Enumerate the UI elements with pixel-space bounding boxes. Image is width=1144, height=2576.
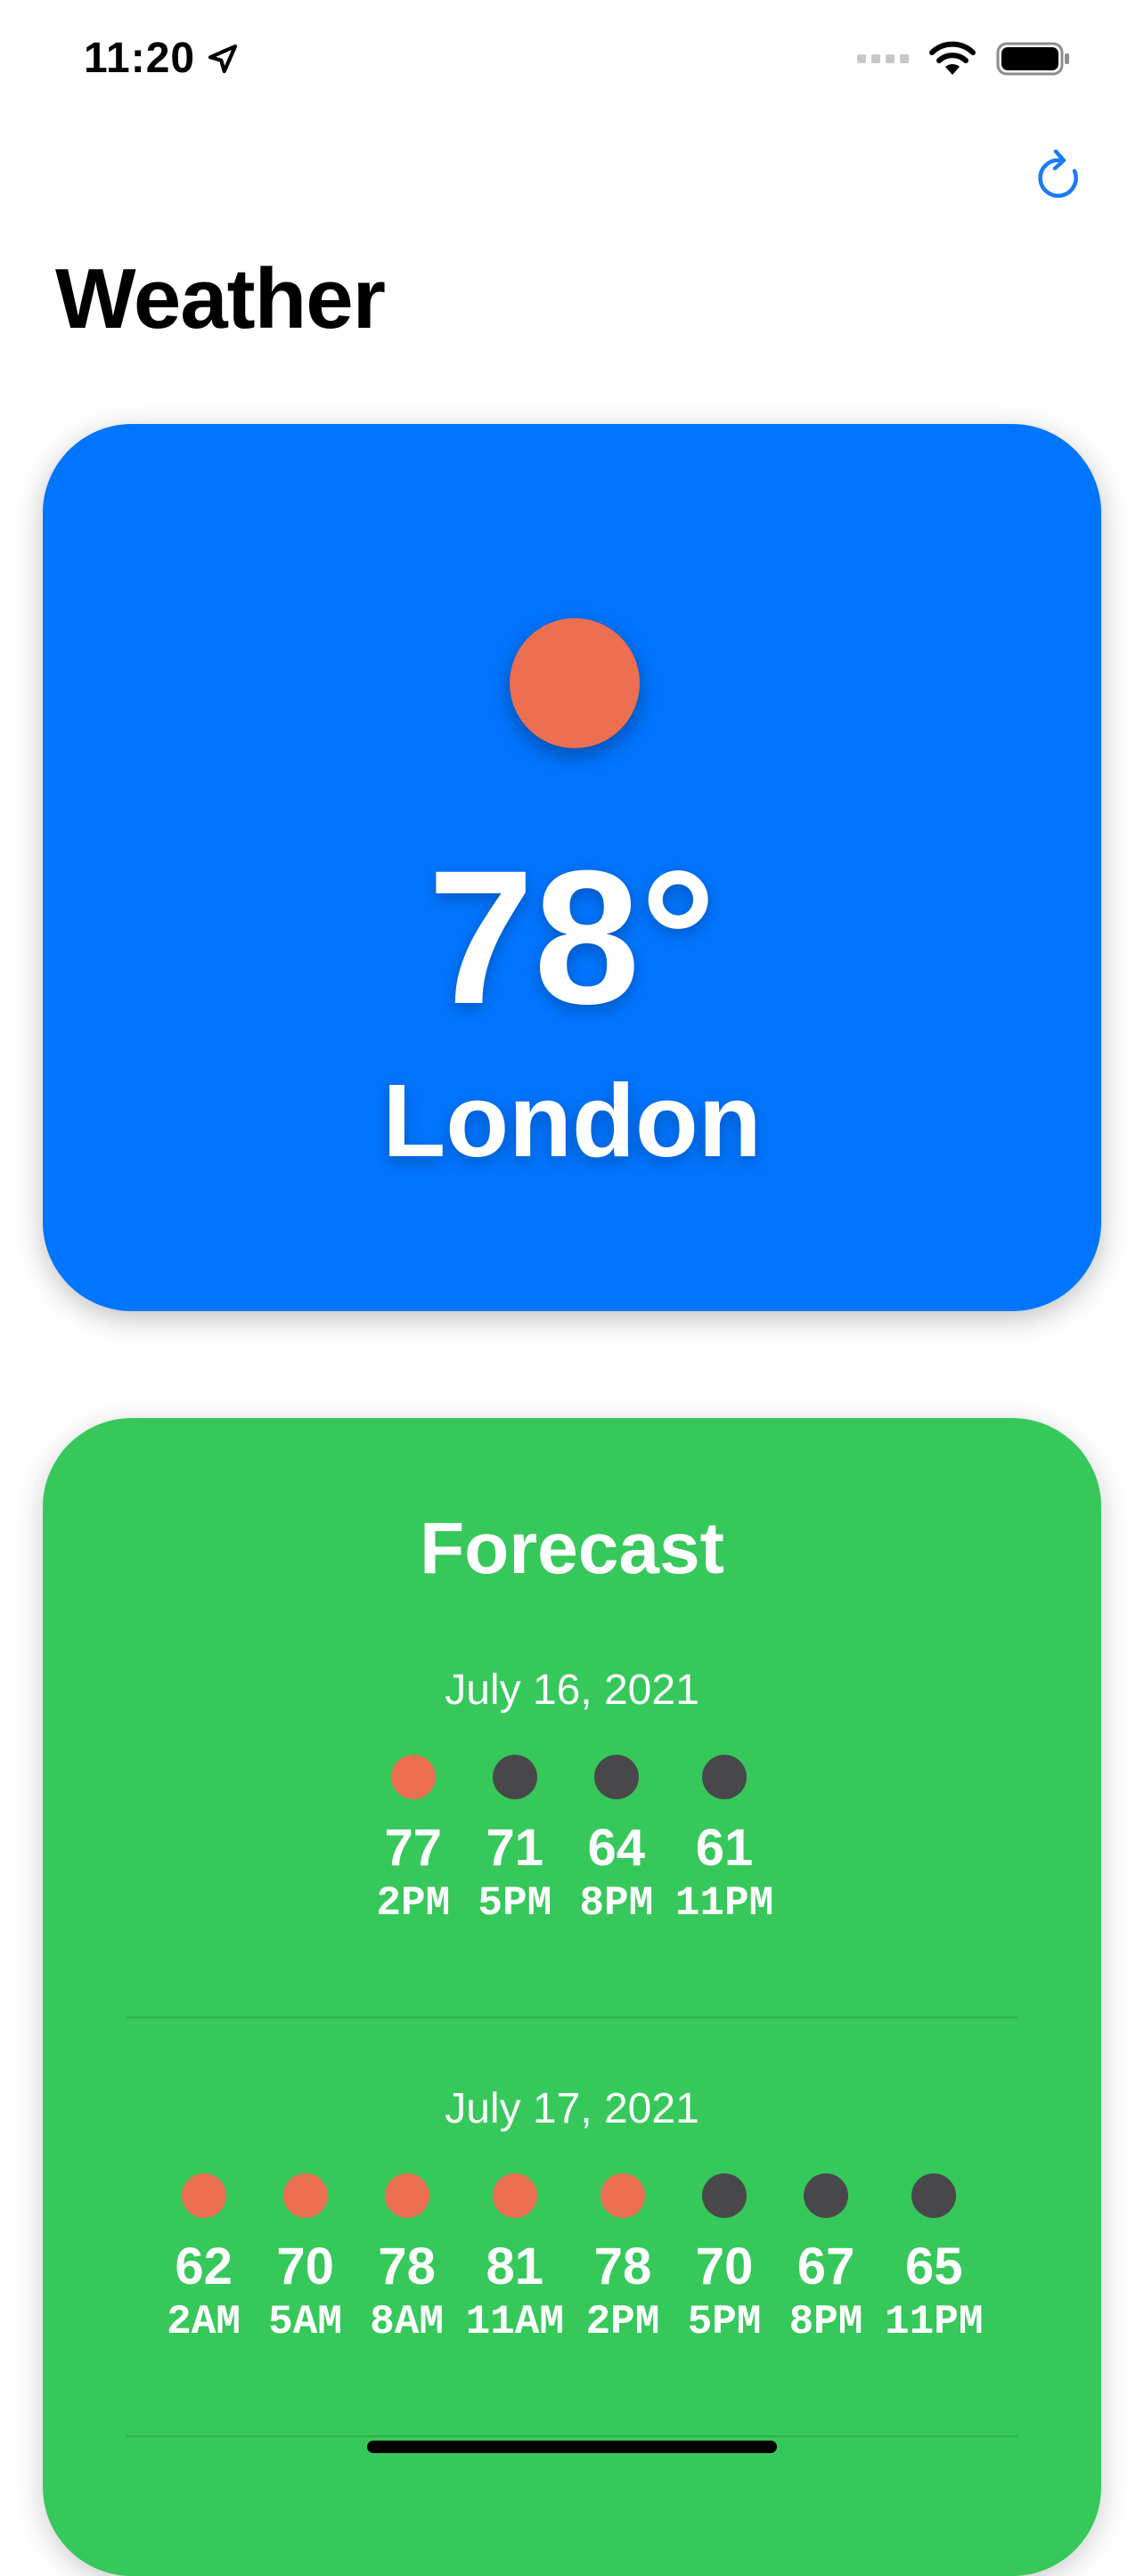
forecast-hour-time: 2AM <box>167 2299 241 2345</box>
forecast-divider <box>127 2017 1017 2018</box>
forecast-hour-time: 2PM <box>585 2299 660 2345</box>
forecast-hour: 62 2AM <box>161 2173 247 2343</box>
current-weather-card: 78° London <box>43 424 1101 1311</box>
forecast-hour: 78 8AM <box>364 2173 450 2343</box>
location-arrow-icon <box>208 44 238 73</box>
forecast-hour-time: 11PM <box>674 1880 774 1927</box>
forecast-hour-temp: 81 <box>486 2238 544 2295</box>
forecast-hour-temp: 64 <box>587 1819 646 1877</box>
forecast-hour: 70 5AM <box>263 2173 348 2343</box>
forecast-hour-time: 11PM <box>885 2299 984 2345</box>
cellular-signal-icon <box>857 54 909 63</box>
forecast-hour-temp: 67 <box>797 2238 855 2295</box>
moon-icon <box>804 2173 848 2218</box>
forecast-hour: 65 11PM <box>885 2173 983 2343</box>
forecast-hour-time: 8PM <box>789 2299 863 2345</box>
home-indicator[interactable] <box>367 2441 777 2453</box>
moon-icon <box>911 2173 957 2218</box>
forecast-hour-time: 2PM <box>376 1880 451 1927</box>
forecast-hour-temp: 70 <box>695 2238 754 2295</box>
forecast-hour: 64 8PM <box>574 1755 659 1924</box>
forecast-hour: 61 11PM <box>675 1755 773 1924</box>
forecast-day: July 17, 2021 62 2AM 70 5AM 78 8AM 81 11… <box>43 2085 1101 2344</box>
moon-icon <box>492 1755 537 1799</box>
sun-icon <box>384 2173 429 2218</box>
status-time: 11:20 <box>84 34 241 83</box>
forecast-card: Forecast July 16, 2021 77 2PM 71 5PM 64 … <box>43 1418 1101 2576</box>
forecast-hour-time: 5PM <box>478 1880 552 1927</box>
forecast-hour-temp: 65 <box>904 2238 963 2295</box>
sun-icon <box>390 1755 436 1799</box>
forecast-hour-temp: 77 <box>384 1819 443 1877</box>
moon-icon <box>702 2173 747 2218</box>
current-temperature: 78° <box>428 831 716 1044</box>
forecast-hour-temp: 61 <box>695 1819 754 1877</box>
forecast-day-date: July 16, 2021 <box>445 1667 699 1714</box>
sun-icon <box>492 2173 537 2218</box>
status-bar: 11:20 <box>0 0 1144 125</box>
sun-icon <box>282 2173 328 2218</box>
page-title: Weather <box>55 251 386 346</box>
forecast-hour: 78 2PM <box>580 2173 666 2343</box>
moon-icon <box>593 1755 639 1799</box>
forecast-title: Forecast <box>420 1508 724 1589</box>
forecast-hour-temp: 78 <box>593 2238 652 2295</box>
forecast-hour-temp: 62 <box>175 2238 233 2295</box>
city-name: London <box>382 1063 762 1178</box>
status-time-text: 11:20 <box>84 35 196 82</box>
moon-icon <box>701 1755 747 1799</box>
forecast-hour: 67 8PM <box>783 2173 869 2343</box>
forecast-hour: 81 11AM <box>466 2173 564 2343</box>
forecast-hour-time: 8AM <box>370 2299 444 2345</box>
forecast-hour-time: 11AM <box>465 2299 564 2345</box>
forecast-day-date: July 17, 2021 <box>445 2085 699 2132</box>
sun-icon <box>181 2173 226 2218</box>
forecast-hour-time: 5PM <box>687 2299 762 2345</box>
forecast-hour: 70 5PM <box>682 2173 767 2343</box>
status-indicators <box>857 41 1071 77</box>
refresh-icon[interactable] <box>1028 146 1092 210</box>
wifi-icon <box>929 41 976 75</box>
forecast-hour-temp: 71 <box>486 1819 544 1877</box>
forecast-hour-temp: 70 <box>276 2238 334 2295</box>
forecast-hour: 71 5PM <box>472 1755 558 1924</box>
sun-icon <box>510 618 640 748</box>
forecast-day: July 16, 2021 77 2PM 71 5PM 64 8PM 61 11… <box>43 1667 1101 1925</box>
forecast-hour-temp: 78 <box>378 2238 436 2295</box>
sun-icon <box>601 2173 645 2218</box>
forecast-hour: 77 2PM <box>371 1755 456 1924</box>
forecast-hours-row: 62 2AM 70 5AM 78 8AM 81 11AM 78 2PM 70 5… <box>43 2173 1101 2343</box>
battery-icon <box>996 42 1069 76</box>
forecast-hour-time: 8PM <box>579 1880 654 1927</box>
forecast-hour-time: 5AM <box>268 2299 342 2345</box>
forecast-hours-row: 77 2PM 71 5PM 64 8PM 61 11PM <box>43 1755 1101 1924</box>
forecast-divider <box>127 2435 1017 2437</box>
